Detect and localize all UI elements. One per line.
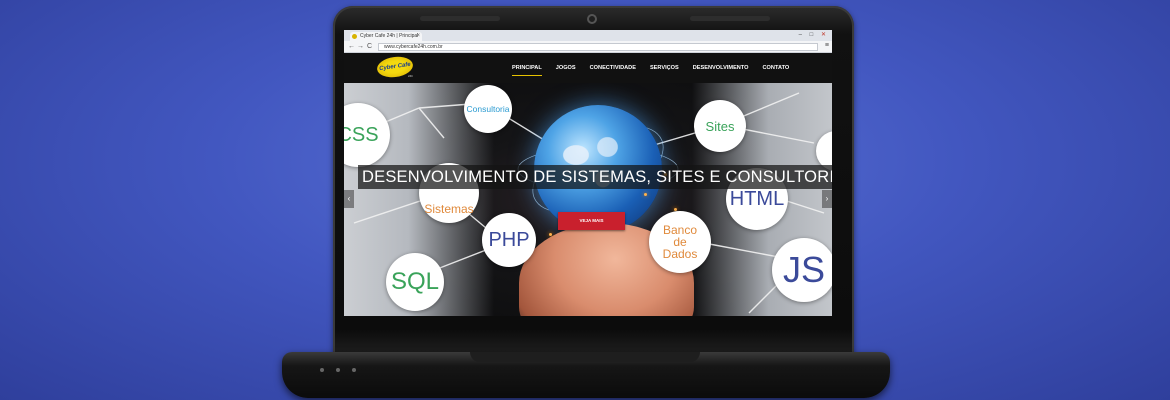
close-window-icon[interactable]: ✕ bbox=[821, 32, 829, 38]
reload-icon[interactable]: C bbox=[367, 42, 372, 52]
browser-tabbar: Cyber Cafe 24h | Principal × – □ ✕ bbox=[344, 30, 832, 41]
minimize-icon[interactable]: – bbox=[799, 32, 805, 38]
nav-item-contato[interactable]: CONTATO bbox=[763, 53, 790, 83]
nav-item-conectividade[interactable]: CONECTIVIDADE bbox=[590, 53, 636, 83]
hero-caption: DESENVOLVIMENTO DE SISTEMAS, SITES E CON… bbox=[358, 165, 832, 189]
main-nav: PRINCIPAL JOGOS CONECTIVIDADE SERVIÇOS D… bbox=[512, 53, 803, 83]
laptop-hinge bbox=[470, 352, 700, 362]
forward-icon[interactable]: → bbox=[357, 42, 364, 52]
status-led-icon bbox=[336, 368, 340, 372]
address-bar: ← → C www.cybercafe24h.com.br ≡ bbox=[344, 41, 832, 53]
bubble-sql: SQL bbox=[386, 253, 444, 311]
slider-prev-icon[interactable]: ‹ bbox=[344, 190, 354, 208]
nav-item-principal[interactable]: PRINCIPAL bbox=[512, 53, 542, 83]
status-led-icon bbox=[352, 368, 356, 372]
back-icon[interactable]: ← bbox=[348, 42, 355, 52]
bubble-php: PHP bbox=[482, 213, 536, 267]
hero-slider: CSS Consultoria Sites Sistemas HTML PHP … bbox=[344, 83, 832, 316]
tab-close-icon[interactable]: × bbox=[416, 32, 420, 41]
maximize-icon[interactable]: □ bbox=[810, 32, 817, 38]
logo-subtitle: 24h bbox=[408, 74, 414, 78]
window-controls: – □ ✕ bbox=[799, 31, 829, 38]
spark-icon bbox=[644, 193, 647, 196]
site-header: Cyber Cafe 24h PRINCIPAL JOGOS CONECTIVI… bbox=[344, 53, 832, 83]
browser-tab[interactable]: Cyber Cafe 24h | Principal × bbox=[350, 32, 422, 41]
nav-item-servicos[interactable]: SERVIÇOS bbox=[650, 53, 679, 83]
bubble-consultoria: Consultoria bbox=[464, 85, 512, 133]
nav-item-jogos[interactable]: JOGOS bbox=[556, 53, 576, 83]
webcam-icon bbox=[587, 14, 597, 24]
favicon-icon bbox=[352, 34, 357, 39]
bubble-banco-de-dados: Banco de Dados bbox=[649, 211, 711, 273]
nav-item-desenvolvimento[interactable]: DESENVOLVIMENTO bbox=[693, 53, 749, 83]
browser-menu-icon[interactable]: ≡ bbox=[825, 42, 829, 49]
veja-mais-button[interactable]: VEJA MAIS bbox=[558, 212, 625, 230]
spark-icon bbox=[549, 233, 552, 236]
url-input[interactable]: www.cybercafe24h.com.br bbox=[378, 43, 818, 51]
laptop-screen: Cyber Cafe 24h | Principal × – □ ✕ ← → C… bbox=[344, 30, 832, 316]
status-led-icon bbox=[320, 368, 324, 372]
tab-title: Cyber Cafe 24h | Principal bbox=[360, 33, 419, 39]
slider-next-icon[interactable]: › bbox=[822, 190, 832, 208]
lid-speaker-right bbox=[690, 16, 770, 21]
bubble-js: JS bbox=[772, 238, 832, 302]
lid-speaker-left bbox=[420, 16, 500, 21]
globe-continents bbox=[549, 123, 639, 203]
bubble-sites: Sites bbox=[694, 100, 746, 152]
